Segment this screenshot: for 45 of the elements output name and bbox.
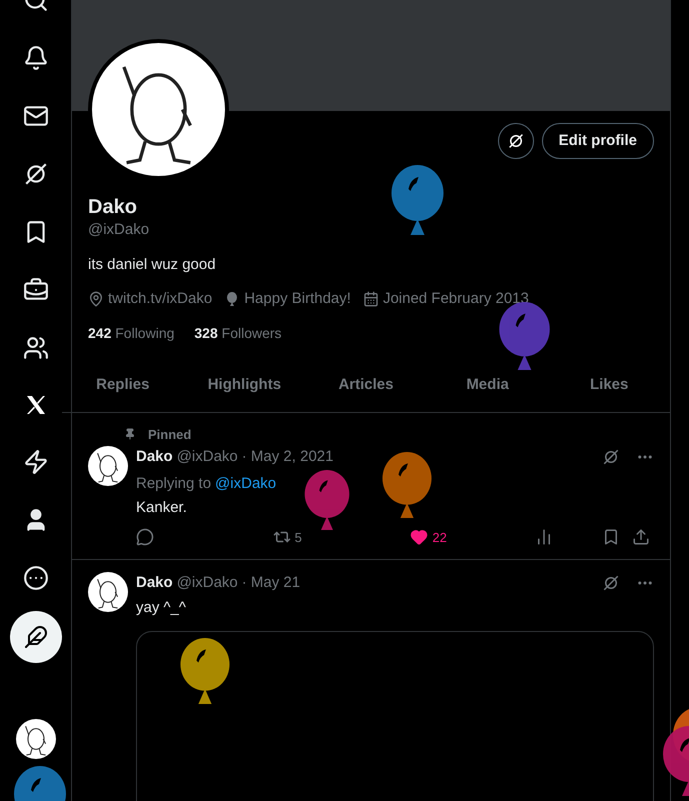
profile-tab[interactable]: Highlights [184,360,306,412]
lightning-icon[interactable] [22,449,48,475]
communities-icon[interactable] [22,335,48,361]
pinned-label: Pinned [148,426,192,444]
author-handle[interactable]: @ixDako [176,572,238,594]
profile-tab[interactable]: Media [426,360,548,412]
profile-name: Dako [88,195,138,219]
slashed-circle-icon[interactable] [22,161,48,187]
profile-meta-text: Happy Birthday! [244,289,351,309]
repost-count: 5 [294,528,302,546]
post-date[interactable]: · May 21 [242,572,300,594]
account-avatar [16,719,56,759]
post-text: Kanker. [136,498,188,518]
profile-tab[interactable]: Likes [548,360,670,412]
profile-tab[interactable]: Articles [305,360,427,412]
mention-link[interactable]: @ixDako [215,472,276,495]
edit-profile-button[interactable]: Edit profile [542,123,654,159]
replying-to-label: Replying to [136,474,212,494]
author-name[interactable]: Dako [136,446,173,468]
post-text: yay ^_^ [136,598,187,618]
slashed-circle-button[interactable] [498,123,534,159]
follow-count-link[interactable]: 242 Following [88,322,174,344]
briefcase-icon[interactable] [22,277,48,303]
reply-icon[interactable] [136,528,154,546]
avatar [88,446,128,486]
share-icon[interactable] [632,528,650,546]
post-date[interactable]: · May 2, 2021 [242,446,334,468]
follow-count-link[interactable]: 328 Followers [194,322,282,344]
profile-bio: its daniel wuz good [88,254,217,274]
like-count: 22 [432,528,447,546]
author-name[interactable]: Dako [136,572,173,594]
post-button[interactable] [10,611,62,663]
location-icon [88,291,104,308]
more-icon[interactable] [22,565,48,591]
profile-link[interactable]: twitch.tv/ixDako [108,288,212,310]
avatar [88,572,128,612]
profile-tab[interactable]: Replies [62,360,184,412]
profile-handle: @ixDako [88,220,150,240]
calendar-icon [362,291,379,308]
like-icon[interactable] [410,528,428,546]
feather-icon [24,625,48,649]
profile-meta-text: Joined February 2013 [382,289,529,309]
author-handle[interactable]: @ixDako [176,446,238,468]
pin-icon [124,428,136,440]
notifications-icon[interactable] [22,45,48,71]
